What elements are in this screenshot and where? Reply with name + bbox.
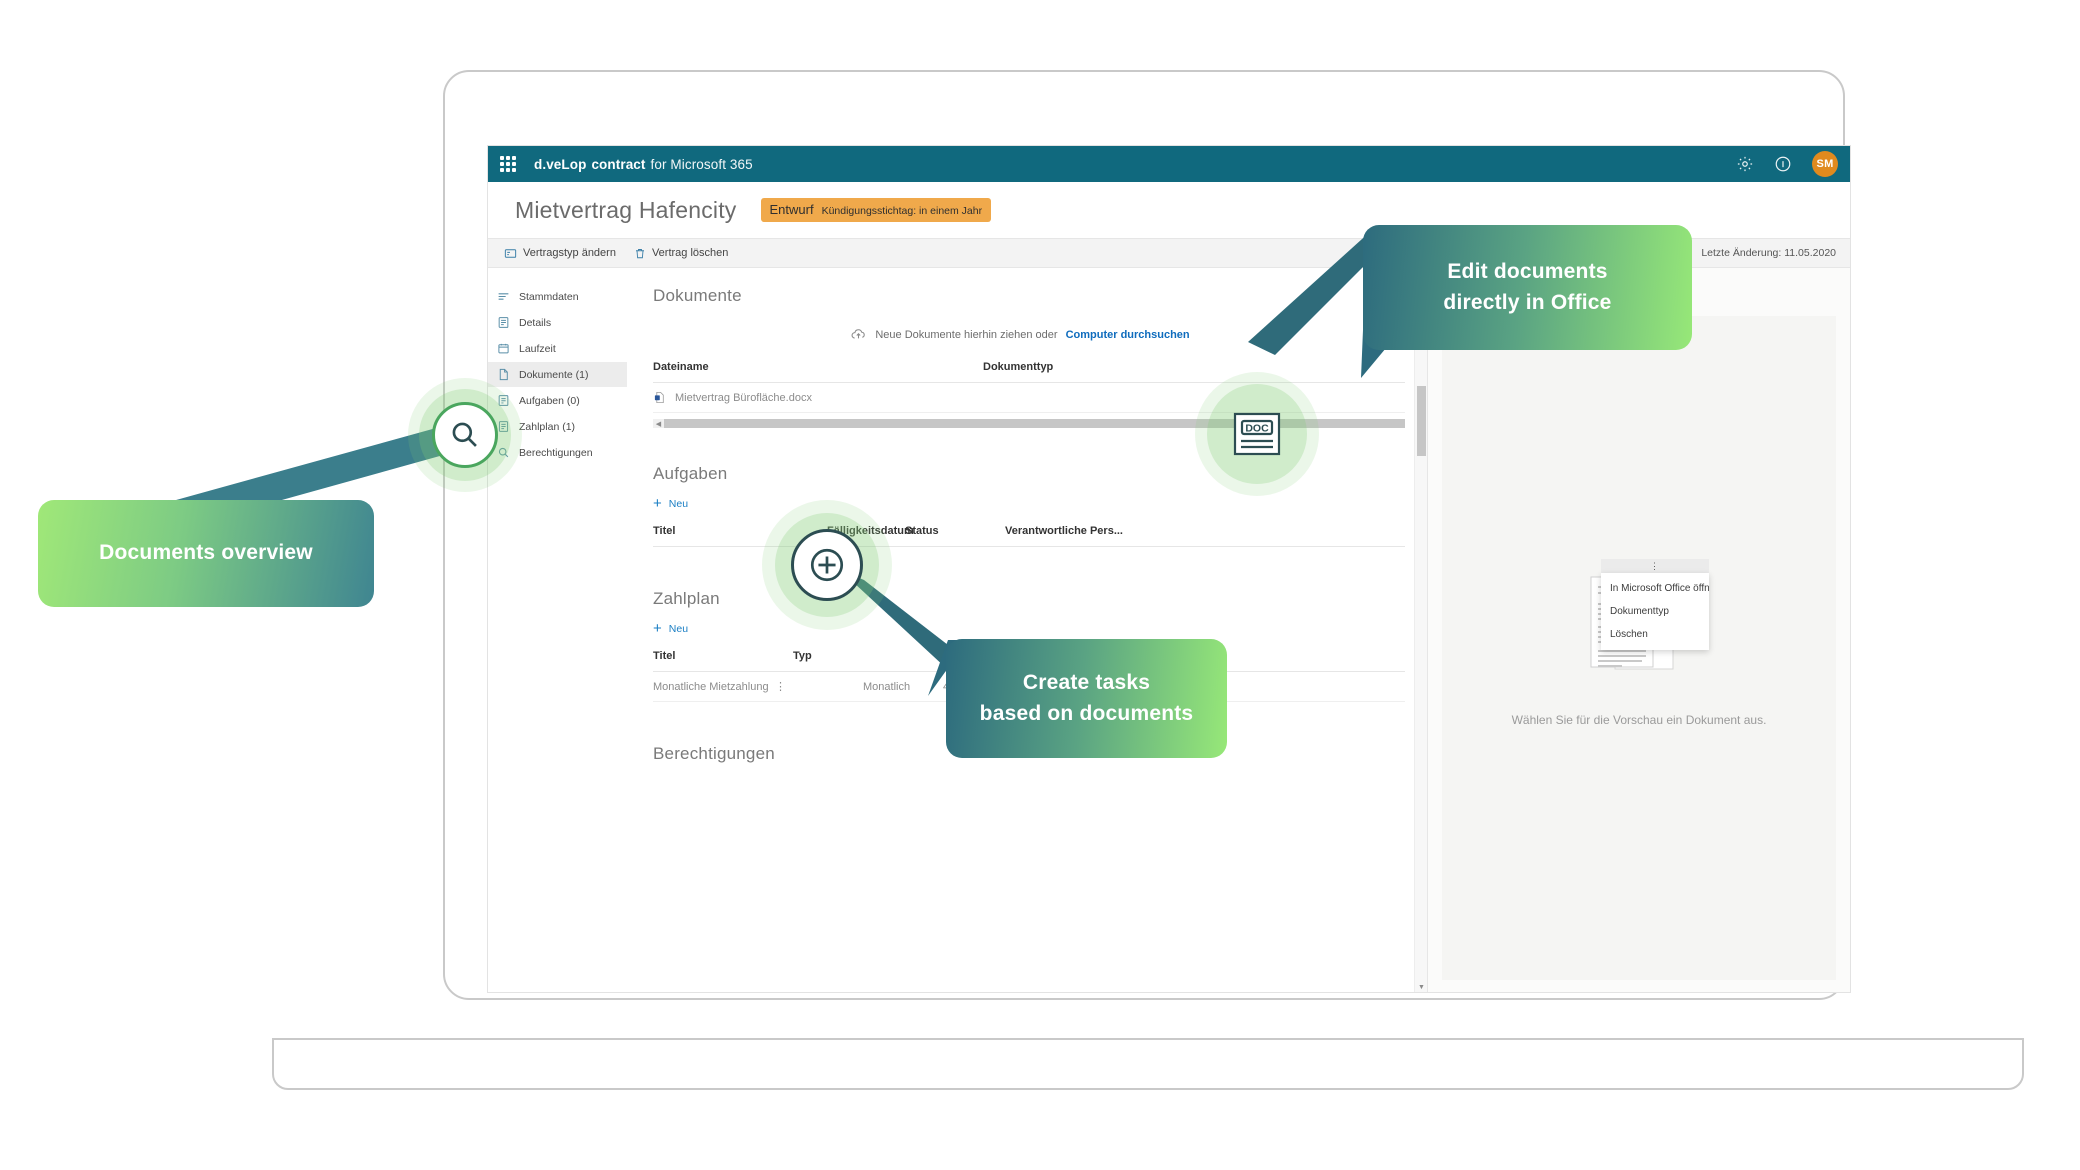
payment-type: Monatlich	[863, 680, 911, 693]
sidebar-item-laufzeit[interactable]: Laufzeit	[488, 336, 628, 361]
column-verantwortliche-person: Verantwortliche Pers...	[1005, 525, 1123, 537]
plus-circle-icon	[810, 548, 844, 582]
sidebar-label: Berechtigungen	[519, 446, 593, 459]
document-filename: Mietvertrag Bürofläche.docx	[675, 391, 812, 404]
plus-icon: +	[653, 620, 662, 637]
change-contract-type-button[interactable]: Vertragstyp ändern	[504, 247, 616, 260]
magnifier-badge	[408, 378, 522, 492]
sidebar: Stammdaten Details Laufzeit Dokumente (1…	[488, 268, 628, 992]
badge-core[interactable]: DOC	[1226, 403, 1288, 465]
doc-file-icon: DOC	[1233, 412, 1281, 456]
payment-title: Monatliche Mietzahlung	[653, 680, 769, 693]
callout-edit-documents: Edit documents directly in Office	[1363, 225, 1692, 350]
caret-down-icon[interactable]: ▼	[1415, 981, 1428, 992]
browse-computer-link[interactable]: Computer durchsuchen	[1066, 329, 1190, 341]
column-dokumenttyp: Dokumenttyp	[983, 361, 1054, 373]
sidebar-item-stammdaten[interactable]: Stammdaten	[488, 284, 628, 309]
sidebar-label: Details	[519, 316, 552, 329]
info-icon[interactable]	[1774, 155, 1792, 173]
screenshot-root: d.veLop contract for Microsoft 365 SM Miet…	[0, 0, 2080, 1170]
badge-core[interactable]	[432, 402, 498, 468]
brand-part3: for Microsoft 365	[650, 156, 753, 172]
caret-left-icon[interactable]: ◀	[653, 420, 664, 428]
sidebar-label: Laufzeit	[519, 342, 556, 355]
word-file-icon	[654, 391, 664, 404]
new-task-label: Neu	[668, 497, 689, 510]
avatar-initials: SM	[1816, 158, 1834, 170]
menu-item-open-in-office[interactable]: In Microsoft Office öffnen	[1601, 577, 1709, 600]
app-launcher-icon[interactable]	[500, 156, 516, 172]
document-row-more-button[interactable]: ⋮	[1601, 559, 1709, 573]
top-bar: d.veLop contract for Microsoft 365 SM	[488, 146, 1850, 182]
documents-section-title: Dokumente	[653, 286, 742, 305]
sidebar-label: Dokumente (1)	[519, 368, 589, 381]
sidebar-label: Aufgaben (0)	[519, 394, 580, 407]
callout-tasks-text: Create tasks based on documents	[980, 668, 1194, 729]
callout-tasks-line1: Create tasks	[1022, 671, 1151, 695]
column-titel: Titel	[653, 650, 676, 662]
laptop-base	[272, 1038, 2024, 1090]
gear-icon[interactable]	[1736, 155, 1754, 173]
calendar-icon	[498, 343, 509, 354]
last-change-label: Letzte Änderung: 11.05.2020	[1701, 247, 1836, 259]
brand-part2: contract	[591, 156, 646, 172]
document-dropzone[interactable]: Neue Dokumente hierhin ziehen oder Compu…	[653, 326, 1427, 343]
plus-badge	[762, 500, 892, 630]
status-badge: Entwurf Kündigungsstichtag: in einem Jah…	[760, 198, 992, 222]
magnifier-icon	[452, 422, 477, 447]
status-label: Entwurf	[769, 202, 814, 217]
details-icon	[498, 317, 509, 328]
more-vertical-icon[interactable]: ⋮	[775, 680, 863, 693]
doc-badge: DOC	[1195, 372, 1319, 496]
sidebar-label: Stammdaten	[519, 290, 579, 303]
callout-edit-line2: directly in Office	[1443, 290, 1612, 314]
list-icon	[498, 293, 509, 300]
brand-title: d.veLop contract for Microsoft 365	[534, 157, 753, 172]
menu-item-loeschen[interactable]: Löschen	[1601, 623, 1709, 646]
change-contract-type-label: Vertragstyp ändern	[523, 247, 616, 259]
callout-edit-line1: Edit documents	[1447, 260, 1608, 284]
plus-icon: +	[653, 495, 662, 512]
contract-type-icon	[504, 248, 517, 258]
callout-documents-overview: Documents overview	[38, 500, 374, 607]
avatar[interactable]: SM	[1812, 151, 1838, 177]
callout-tasks-line2: based on documents	[979, 701, 1194, 725]
topbar-actions: SM	[1736, 151, 1838, 177]
column-dateiname: Dateiname	[653, 361, 709, 373]
new-payment-label: Neu	[668, 622, 689, 635]
brand-part1: d.veLop	[534, 156, 587, 172]
menu-item-dokumenttyp[interactable]: Dokumenttyp	[1601, 600, 1709, 623]
page-title: Mietvertrag Hafencity	[515, 196, 737, 223]
svg-text:DOC: DOC	[1245, 423, 1269, 435]
preview-caption: Wählen Sie für die Vorschau ein Dokument…	[1511, 713, 1767, 727]
delete-contract-button[interactable]: Vertrag löschen	[634, 247, 728, 260]
dropzone-text: Neue Dokumente hierhin ziehen oder	[875, 328, 1058, 341]
badge-core[interactable]	[791, 529, 863, 601]
delete-contract-label: Vertrag löschen	[651, 247, 729, 259]
column-status: Status	[905, 525, 939, 537]
scrollbar-thumb[interactable]	[1417, 386, 1426, 456]
column-typ: Typ	[793, 650, 812, 662]
sidebar-item-details[interactable]: Details	[488, 310, 628, 335]
sidebar-label: Zahlplan (1)	[519, 420, 576, 433]
status-detail: Kündigungsstichtag: in einem Jahr	[821, 205, 983, 217]
callout-edit-text: Edit documents directly in Office	[1443, 257, 1611, 318]
callout-documents-text: Documents overview	[99, 541, 313, 565]
callout-create-tasks: Create tasks based on documents	[946, 639, 1227, 758]
trash-icon	[635, 248, 644, 258]
cloud-upload-icon	[851, 329, 866, 339]
vertical-scrollbar[interactable]: ▲ ▼	[1414, 268, 1428, 992]
document-context-menu: In Microsoft Office öffnen Dokumenttyp L…	[1601, 573, 1709, 650]
